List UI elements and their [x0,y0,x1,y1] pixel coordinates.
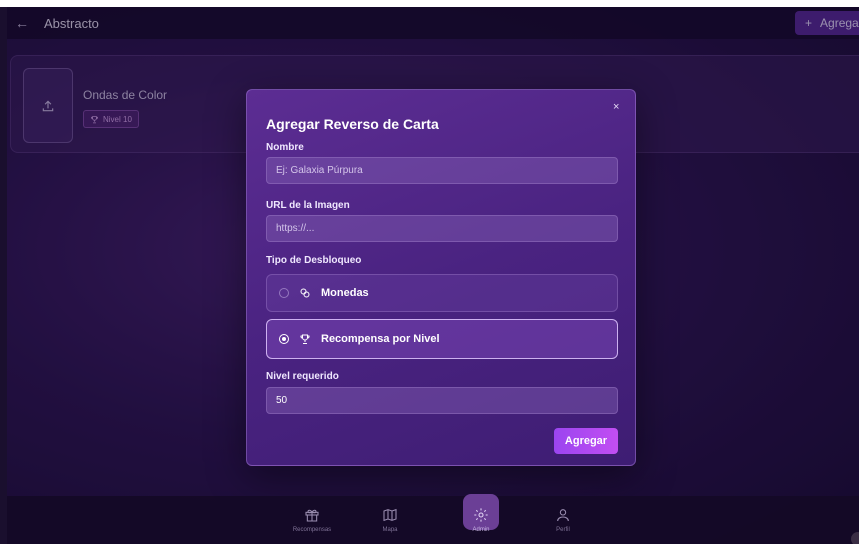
required-level-input[interactable] [266,387,618,414]
add-card-back-dialog: × Agregar Reverso de Carta Nombre URL de… [246,89,636,466]
gift-icon [305,509,319,522]
gear-icon [474,508,488,522]
nav-item-admin[interactable]: Admin [451,494,511,541]
image-url-input[interactable] [266,215,618,242]
unlock-type-label: Tipo de Desbloqueo [266,255,362,266]
submit-add-button[interactable]: Agregar [554,428,618,454]
nav-item-map[interactable]: Mapa [360,499,420,541]
nav-label-map: Mapa [382,527,398,533]
dialog-title: Agregar Reverso de Carta [266,116,439,132]
close-icon[interactable]: × [613,102,623,113]
image-url-label: URL de la Imagen [266,200,350,211]
map-icon [383,508,397,522]
level-reward-radio[interactable] [279,334,289,344]
window-top-edge [0,0,859,7]
nav-label-profile: Perfil [556,527,570,533]
coins-option-label: Monedas [321,287,369,299]
name-label: Nombre [266,142,304,153]
unlock-option-level-reward[interactable]: Recompensa por Nivel [266,319,618,359]
nav-label-admin: Admin [472,527,490,533]
unlock-option-coins[interactable]: Monedas [266,274,618,312]
bottom-navigation: Recompensas Mapa Admin Perfil [7,494,859,544]
coins-icon [300,288,310,298]
nav-item-profile[interactable]: Perfil [533,499,593,541]
trophy-icon [300,334,310,344]
name-input[interactable] [266,157,618,184]
required-level-label: Nivel requerido [266,371,339,382]
coins-radio[interactable] [279,288,289,298]
level-reward-option-label: Recompensa por Nivel [321,333,440,345]
user-icon [557,509,569,522]
app-screen: ← Abstracto + Agrega Ondas de Color Nive… [7,7,859,544]
nav-item-rewards[interactable]: Recompensas [282,499,342,541]
nav-label-rewards: Recompensas [292,527,332,533]
floating-action-dot[interactable] [851,532,859,544]
